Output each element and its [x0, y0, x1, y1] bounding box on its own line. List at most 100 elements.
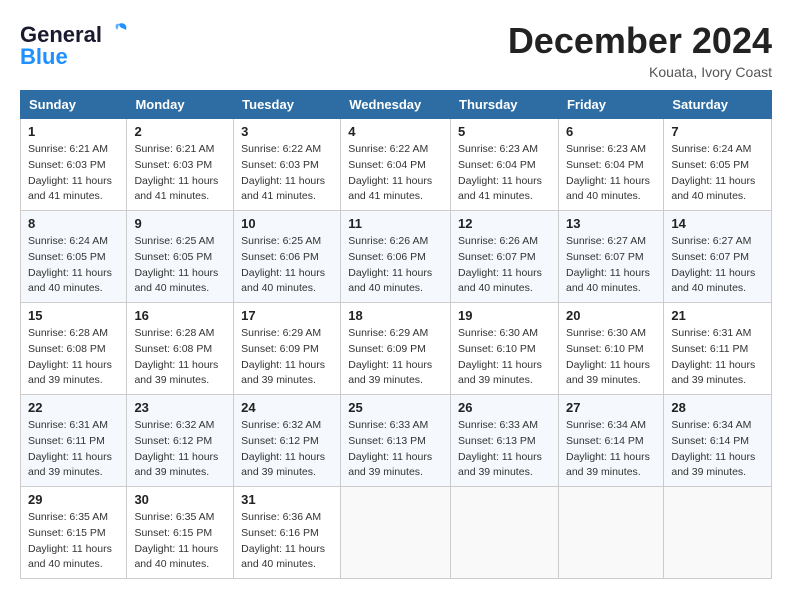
day-info: Sunrise: 6:24 AM Sunset: 6:05 PM Dayligh… — [671, 142, 764, 205]
title-block: December 2024 Kouata, Ivory Coast — [508, 20, 772, 80]
col-header-saturday: Saturday — [664, 91, 772, 119]
sunrise-label: Sunrise: 6:23 AM — [458, 143, 538, 155]
month-title: December 2024 — [508, 20, 772, 62]
sunset-label: Sunset: 6:11 PM — [671, 343, 748, 355]
day-info: Sunrise: 6:35 AM Sunset: 6:15 PM Dayligh… — [28, 510, 119, 573]
col-header-friday: Friday — [558, 91, 663, 119]
daylight-label: Daylight: 11 hours and 39 minutes. — [566, 451, 650, 479]
sunrise-label: Sunrise: 6:21 AM — [28, 143, 108, 155]
daylight-label: Daylight: 11 hours and 39 minutes. — [28, 451, 112, 479]
sunset-label: Sunset: 6:14 PM — [671, 435, 749, 447]
calendar-week-row: 15 Sunrise: 6:28 AM Sunset: 6:08 PM Dayl… — [21, 303, 772, 395]
sunset-label: Sunset: 6:03 PM — [241, 159, 319, 171]
sunset-label: Sunset: 6:11 PM — [28, 435, 105, 447]
calendar-cell: 17 Sunrise: 6:29 AM Sunset: 6:09 PM Dayl… — [234, 303, 341, 395]
day-number: 10 — [241, 216, 333, 231]
day-number: 4 — [348, 124, 443, 139]
day-number: 3 — [241, 124, 333, 139]
logo-general: General — [20, 22, 102, 47]
sunrise-label: Sunrise: 6:31 AM — [671, 327, 751, 339]
day-number: 1 — [28, 124, 119, 139]
sunrise-label: Sunrise: 6:28 AM — [28, 327, 108, 339]
day-info: Sunrise: 6:35 AM Sunset: 6:15 PM Dayligh… — [134, 510, 226, 573]
sunset-label: Sunset: 6:15 PM — [28, 527, 106, 539]
day-number: 24 — [241, 400, 333, 415]
day-info: Sunrise: 6:22 AM Sunset: 6:03 PM Dayligh… — [241, 142, 333, 205]
day-number: 29 — [28, 492, 119, 507]
day-number: 21 — [671, 308, 764, 323]
sunset-label: Sunset: 6:09 PM — [241, 343, 319, 355]
day-number: 18 — [348, 308, 443, 323]
calendar-cell: 7 Sunrise: 6:24 AM Sunset: 6:05 PM Dayli… — [664, 119, 772, 211]
day-info: Sunrise: 6:30 AM Sunset: 6:10 PM Dayligh… — [458, 326, 551, 389]
calendar-cell: 8 Sunrise: 6:24 AM Sunset: 6:05 PM Dayli… — [21, 211, 127, 303]
sunrise-label: Sunrise: 6:32 AM — [134, 419, 214, 431]
calendar-cell: 9 Sunrise: 6:25 AM Sunset: 6:05 PM Dayli… — [127, 211, 234, 303]
calendar-table: SundayMondayTuesdayWednesdayThursdayFrid… — [20, 90, 772, 579]
sunrise-label: Sunrise: 6:25 AM — [241, 235, 321, 247]
location: Kouata, Ivory Coast — [508, 64, 772, 80]
day-info: Sunrise: 6:30 AM Sunset: 6:10 PM Dayligh… — [566, 326, 656, 389]
day-number: 26 — [458, 400, 551, 415]
calendar-cell: 13 Sunrise: 6:27 AM Sunset: 6:07 PM Dayl… — [558, 211, 663, 303]
day-info: Sunrise: 6:27 AM Sunset: 6:07 PM Dayligh… — [566, 234, 656, 297]
daylight-label: Daylight: 11 hours and 41 minutes. — [28, 175, 112, 203]
sunrise-label: Sunrise: 6:34 AM — [671, 419, 751, 431]
day-number: 20 — [566, 308, 656, 323]
calendar-cell: 1 Sunrise: 6:21 AM Sunset: 6:03 PM Dayli… — [21, 119, 127, 211]
day-number: 5 — [458, 124, 551, 139]
calendar-cell: 21 Sunrise: 6:31 AM Sunset: 6:11 PM Dayl… — [664, 303, 772, 395]
sunset-label: Sunset: 6:05 PM — [134, 251, 212, 263]
sunset-label: Sunset: 6:09 PM — [348, 343, 426, 355]
sunset-label: Sunset: 6:03 PM — [28, 159, 106, 171]
sunset-label: Sunset: 6:12 PM — [241, 435, 319, 447]
day-number: 6 — [566, 124, 656, 139]
daylight-label: Daylight: 11 hours and 39 minutes. — [241, 359, 325, 387]
sunset-label: Sunset: 6:04 PM — [348, 159, 426, 171]
calendar-cell: 15 Sunrise: 6:28 AM Sunset: 6:08 PM Dayl… — [21, 303, 127, 395]
day-number: 11 — [348, 216, 443, 231]
sunset-label: Sunset: 6:04 PM — [458, 159, 536, 171]
daylight-label: Daylight: 11 hours and 40 minutes. — [348, 267, 432, 295]
sunset-label: Sunset: 6:10 PM — [566, 343, 644, 355]
col-header-monday: Monday — [127, 91, 234, 119]
day-number: 30 — [134, 492, 226, 507]
calendar-cell: 20 Sunrise: 6:30 AM Sunset: 6:10 PM Dayl… — [558, 303, 663, 395]
daylight-label: Daylight: 11 hours and 40 minutes. — [28, 267, 112, 295]
daylight-label: Daylight: 11 hours and 41 minutes. — [241, 175, 325, 203]
daylight-label: Daylight: 11 hours and 39 minutes. — [134, 359, 218, 387]
day-info: Sunrise: 6:28 AM Sunset: 6:08 PM Dayligh… — [28, 326, 119, 389]
calendar-cell: 16 Sunrise: 6:28 AM Sunset: 6:08 PM Dayl… — [127, 303, 234, 395]
calendar-cell: 27 Sunrise: 6:34 AM Sunset: 6:14 PM Dayl… — [558, 395, 663, 487]
calendar-cell: 5 Sunrise: 6:23 AM Sunset: 6:04 PM Dayli… — [451, 119, 559, 211]
day-info: Sunrise: 6:32 AM Sunset: 6:12 PM Dayligh… — [134, 418, 226, 481]
daylight-label: Daylight: 11 hours and 39 minutes. — [28, 359, 112, 387]
day-number: 8 — [28, 216, 119, 231]
day-number: 31 — [241, 492, 333, 507]
calendar-cell: 10 Sunrise: 6:25 AM Sunset: 6:06 PM Dayl… — [234, 211, 341, 303]
col-header-wednesday: Wednesday — [341, 91, 451, 119]
day-info: Sunrise: 6:31 AM Sunset: 6:11 PM Dayligh… — [28, 418, 119, 481]
day-number: 12 — [458, 216, 551, 231]
day-number: 22 — [28, 400, 119, 415]
daylight-label: Daylight: 11 hours and 39 minutes. — [458, 451, 542, 479]
sunrise-label: Sunrise: 6:36 AM — [241, 511, 321, 523]
day-info: Sunrise: 6:28 AM Sunset: 6:08 PM Dayligh… — [134, 326, 226, 389]
sunset-label: Sunset: 6:05 PM — [671, 159, 749, 171]
sunset-label: Sunset: 6:08 PM — [134, 343, 212, 355]
sunset-label: Sunset: 6:15 PM — [134, 527, 212, 539]
daylight-label: Daylight: 11 hours and 39 minutes. — [241, 451, 325, 479]
calendar-cell: 29 Sunrise: 6:35 AM Sunset: 6:15 PM Dayl… — [21, 487, 127, 579]
sunset-label: Sunset: 6:14 PM — [566, 435, 644, 447]
day-number: 14 — [671, 216, 764, 231]
sunset-label: Sunset: 6:13 PM — [348, 435, 426, 447]
day-info: Sunrise: 6:27 AM Sunset: 6:07 PM Dayligh… — [671, 234, 764, 297]
calendar-cell: 26 Sunrise: 6:33 AM Sunset: 6:13 PM Dayl… — [451, 395, 559, 487]
day-info: Sunrise: 6:22 AM Sunset: 6:04 PM Dayligh… — [348, 142, 443, 205]
day-info: Sunrise: 6:33 AM Sunset: 6:13 PM Dayligh… — [348, 418, 443, 481]
sunrise-label: Sunrise: 6:24 AM — [28, 235, 108, 247]
day-info: Sunrise: 6:23 AM Sunset: 6:04 PM Dayligh… — [566, 142, 656, 205]
daylight-label: Daylight: 11 hours and 40 minutes. — [566, 267, 650, 295]
calendar-cell: 28 Sunrise: 6:34 AM Sunset: 6:14 PM Dayl… — [664, 395, 772, 487]
daylight-label: Daylight: 11 hours and 40 minutes. — [671, 175, 755, 203]
